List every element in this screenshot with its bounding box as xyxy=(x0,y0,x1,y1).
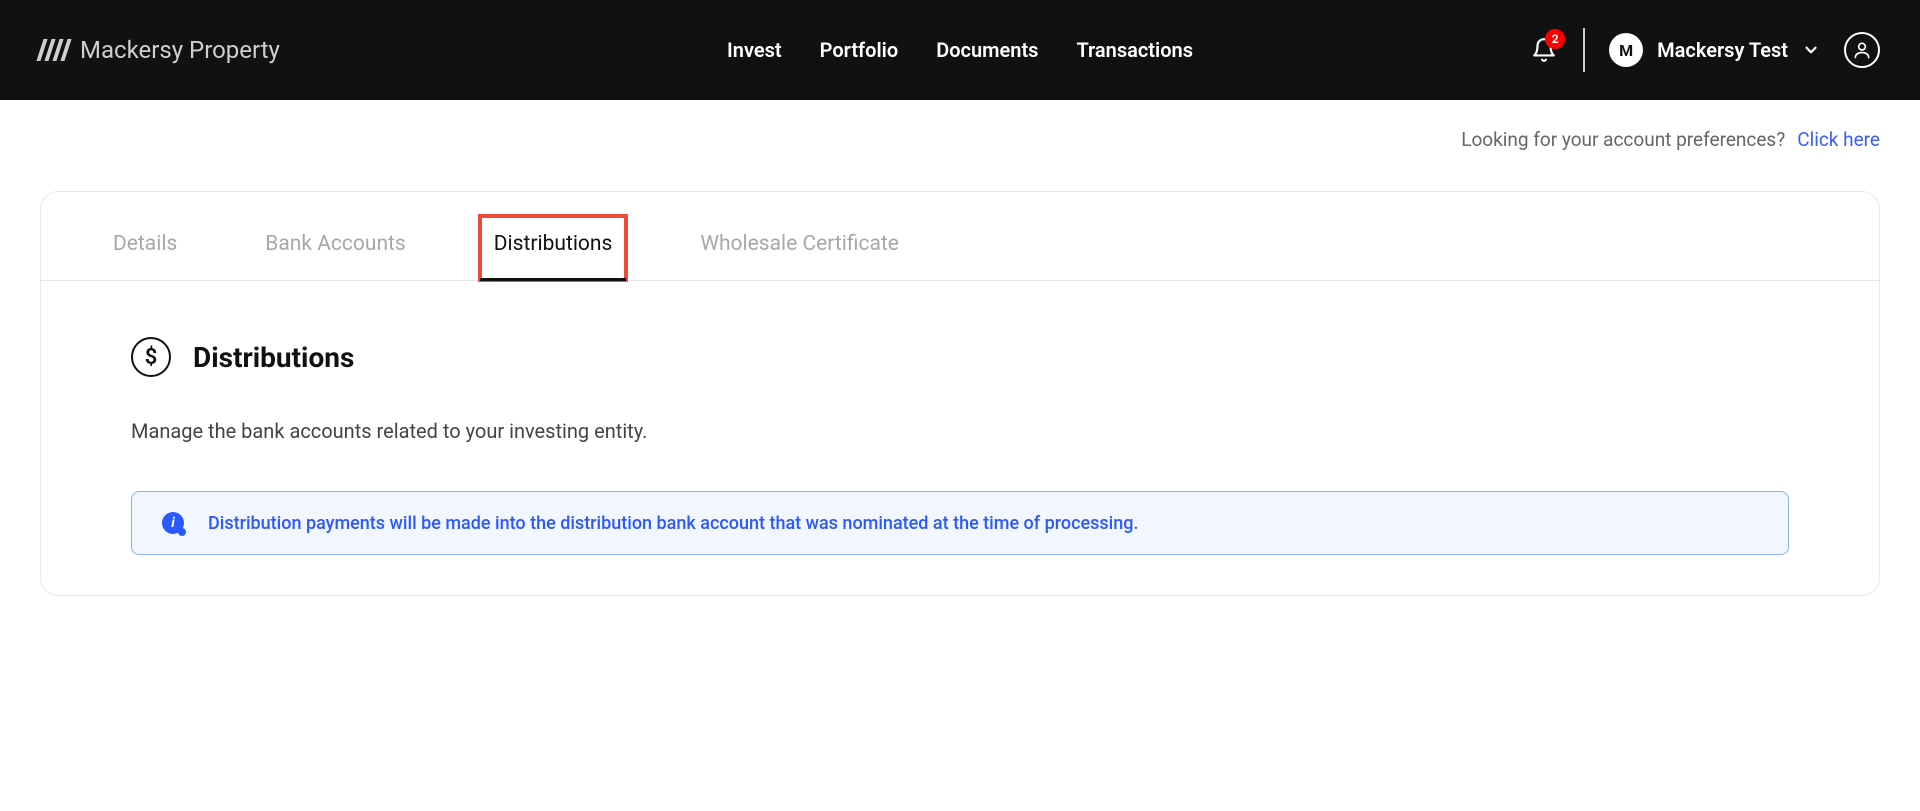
distributions-panel: $ Distributions Manage the bank accounts… xyxy=(41,281,1879,595)
user-name: Mackersy Test xyxy=(1657,38,1788,62)
divider xyxy=(1583,28,1585,72)
nav-transactions[interactable]: Transactions xyxy=(1076,38,1193,62)
nav-portfolio[interactable]: Portfolio xyxy=(820,38,899,62)
tab-wholesale-certificate[interactable]: Wholesale Certificate xyxy=(686,216,913,280)
nav-invest[interactable]: Invest xyxy=(727,38,782,62)
chevron-down-icon xyxy=(1802,41,1820,59)
app-header: Mackersy Property Invest Portfolio Docum… xyxy=(0,0,1920,100)
panel-header: $ Distributions xyxy=(131,337,1789,377)
nav-documents[interactable]: Documents xyxy=(936,38,1038,62)
brand-logo[interactable]: Mackersy Property xyxy=(40,36,280,64)
tab-details[interactable]: Details xyxy=(99,216,191,280)
tab-bank-accounts[interactable]: Bank Accounts xyxy=(251,216,420,280)
primary-nav: Invest Portfolio Documents Transactions xyxy=(727,38,1193,62)
panel-title: Distributions xyxy=(193,341,354,374)
settings-card: Details Bank Accounts Distributions Whol… xyxy=(40,191,1880,596)
notification-badge: 2 xyxy=(1545,29,1565,49)
panel-description: Manage the bank accounts related to your… xyxy=(131,419,1789,443)
preferences-link[interactable]: Click here xyxy=(1797,128,1880,151)
notifications-button[interactable]: 2 xyxy=(1529,35,1559,65)
avatar: M xyxy=(1609,33,1643,67)
info-text: Distribution payments will be made into … xyxy=(208,513,1138,534)
profile-button[interactable] xyxy=(1844,32,1880,68)
settings-tabs: Details Bank Accounts Distributions Whol… xyxy=(41,192,1879,281)
brand-name: Mackersy Property xyxy=(80,36,280,64)
header-right: 2 M Mackersy Test xyxy=(1529,28,1880,72)
logo-mark-icon xyxy=(40,39,68,61)
preferences-hint-text: Looking for your account preferences? xyxy=(1461,128,1785,151)
user-menu[interactable]: M Mackersy Test xyxy=(1609,33,1820,67)
info-icon: i xyxy=(162,512,184,534)
dollar-icon: $ xyxy=(131,337,171,377)
info-callout: i Distribution payments will be made int… xyxy=(131,491,1789,555)
preferences-hint: Looking for your account preferences? Cl… xyxy=(0,100,1920,151)
tab-distributions[interactable]: Distributions xyxy=(480,216,627,280)
person-icon xyxy=(1852,40,1872,60)
